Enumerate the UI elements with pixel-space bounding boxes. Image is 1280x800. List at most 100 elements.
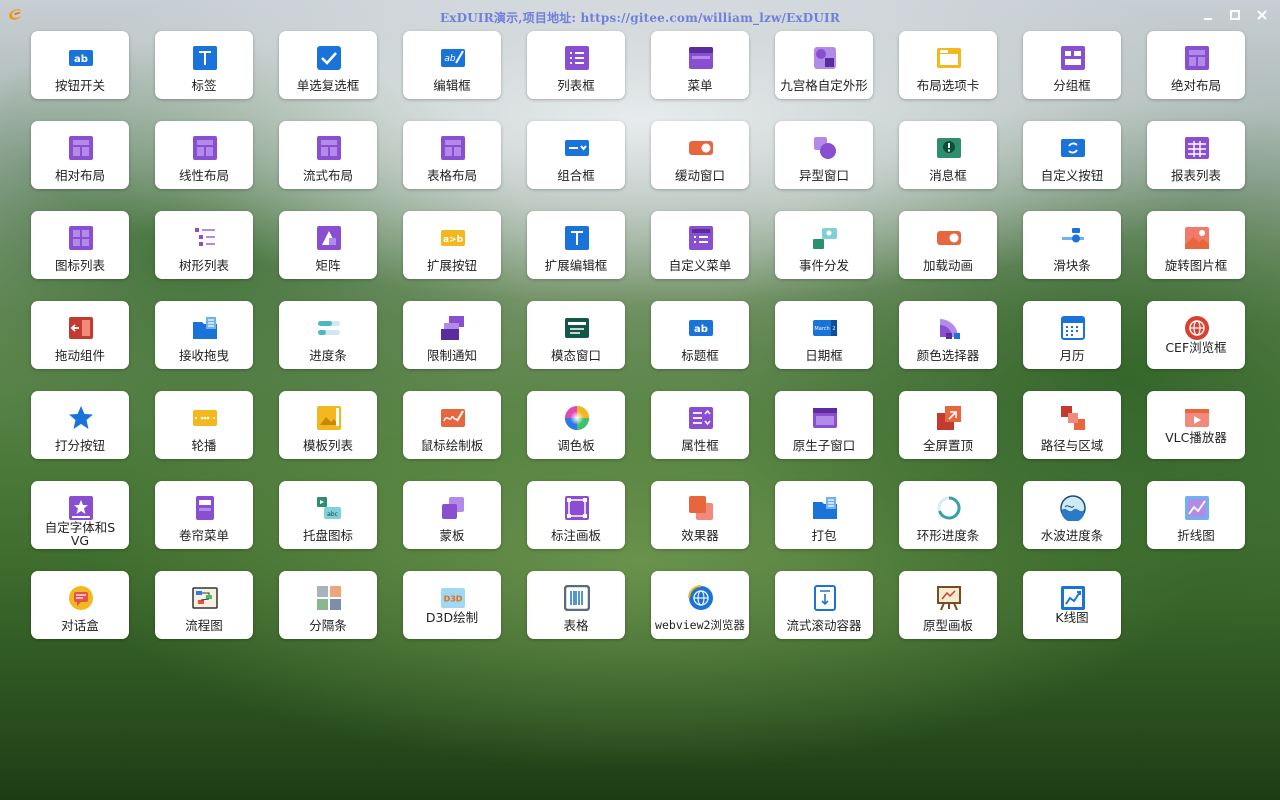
tile-label: 编辑框 (433, 78, 471, 93)
tile-label: 缓动窗口 (674, 168, 725, 183)
demo-tile-42[interactable]: 轮播 (155, 391, 253, 459)
demo-tile-22[interactable]: 树形列表 (155, 211, 253, 279)
demo-tile-24[interactable]: a>b 扩展按钮 (403, 211, 501, 279)
demo-tile-47[interactable]: 原生子窗口 (775, 391, 873, 459)
tile-label: 蒙板 (439, 528, 465, 543)
custom-menu-icon (689, 226, 713, 250)
layout-icon (1185, 46, 1209, 70)
demo-tile-56[interactable]: 效果器 (651, 481, 749, 549)
demo-tile-46[interactable]: 属性框 (651, 391, 749, 459)
demo-tile-62[interactable]: 流程图 (155, 571, 253, 639)
demo-tile-58[interactable]: 环形进度条 (899, 481, 997, 549)
demo-tile-10[interactable]: 绝对布局 (1147, 31, 1245, 99)
demo-tile-29[interactable]: 滑块条 (1023, 211, 1121, 279)
layout-icon (69, 136, 93, 160)
demo-tile-19[interactable]: 自定义按钮 (1023, 121, 1121, 189)
demo-tile-67[interactable]: 流式滚动容器 (775, 571, 873, 639)
calendar-icon (1061, 316, 1085, 340)
demo-tile-55[interactable]: 标注画板 (527, 481, 625, 549)
demo-tile-3[interactable]: 单选复选框 (279, 31, 377, 99)
signature-icon (441, 409, 465, 427)
demo-tile-6[interactable]: 菜单 (651, 31, 749, 99)
demo-tile-14[interactable]: 表格布局 (403, 121, 501, 189)
demo-tile-57[interactable]: 打包 (775, 481, 873, 549)
demo-tile-33[interactable]: 进度条 (279, 301, 377, 369)
demo-tile-50[interactable]: VLC播放器 (1147, 391, 1245, 459)
demo-tile-27[interactable]: 事件分发 (775, 211, 873, 279)
demo-tile-9[interactable]: 分组框 (1023, 31, 1121, 99)
demo-tile-17[interactable]: 异型窗口 (775, 121, 873, 189)
tile-label: 九宫格自定外形 (780, 78, 868, 93)
demo-tile-44[interactable]: 鼠标绘制板 (403, 391, 501, 459)
flowchart-icon (192, 587, 218, 609)
demo-tile-20[interactable]: 报表列表 (1147, 121, 1245, 189)
demo-tile-15[interactable]: 组合框 (527, 121, 625, 189)
demo-tile-23[interactable]: 矩阵 (279, 211, 377, 279)
demo-tile-25[interactable]: 扩展编辑框 (527, 211, 625, 279)
demo-tile-18[interactable]: 消息框 (899, 121, 997, 189)
tile-label: 列表框 (557, 78, 595, 93)
tile-label: 全屏置顶 (922, 438, 973, 453)
demo-tile-60[interactable]: 折线图 (1147, 481, 1245, 549)
demo-tile-37[interactable]: March 2 日期框 (775, 301, 873, 369)
tile-label: 自定义按钮 (1040, 168, 1104, 183)
demo-tile-4[interactable]: ab 编辑框 (403, 31, 501, 99)
rollup-icon (196, 496, 214, 520)
demo-tile-53[interactable]: abc 托盘图标 (279, 481, 377, 549)
demo-tile-8[interactable]: 布局选项卡 (899, 31, 997, 99)
tile-label: 自定义菜单 (668, 258, 732, 273)
demo-tile-45[interactable]: 调色板 (527, 391, 625, 459)
demo-tile-28[interactable]: 加载动画 (899, 211, 997, 279)
demo-tile-36[interactable]: ab 标题框 (651, 301, 749, 369)
path-icon (1061, 406, 1085, 430)
demo-tile-49[interactable]: 路径与区域 (1023, 391, 1121, 459)
demo-tile-68[interactable]: 原型画板 (899, 571, 997, 639)
demo-tile-41[interactable]: 打分按钮 (31, 391, 129, 459)
demo-tile-7[interactable]: 九宫格自定外形 (775, 31, 873, 99)
demo-tile-35[interactable]: 模态窗口 (527, 301, 625, 369)
layout-icon (441, 136, 465, 160)
demo-tile-5[interactable]: 列表框 (527, 31, 625, 99)
demo-tile-63[interactable]: 分隔条 (279, 571, 377, 639)
demo-tile-32[interactable]: 接收拖曳 (155, 301, 253, 369)
tile-label: 打分按钮 (54, 438, 105, 453)
svg-text:a>b: a>b (443, 235, 464, 245)
tile-label: 单选复选框 (296, 78, 360, 93)
tile-label: 按钮开关 (54, 78, 105, 93)
demo-tile-16[interactable]: 缓动窗口 (651, 121, 749, 189)
demo-tile-51[interactable]: 自定字体和SVG (31, 481, 129, 549)
demo-tile-52[interactable]: 卷帘菜单 (155, 481, 253, 549)
grid-icon (69, 226, 93, 250)
splitter-icon (317, 586, 341, 610)
demo-tile-43[interactable]: 模板列表 (279, 391, 377, 459)
demo-tile-12[interactable]: 线性布局 (155, 121, 253, 189)
demo-tile-1[interactable]: ab 按钮开关 (31, 31, 129, 99)
demo-tile-13[interactable]: 流式布局 (279, 121, 377, 189)
demo-tile-64[interactable]: D3D D3D绘制 (403, 571, 501, 639)
demo-tile-31[interactable]: 拖动组件 (31, 301, 129, 369)
demo-tile-40[interactable]: CEF浏览框 (1147, 301, 1245, 369)
demo-tile-39[interactable]: 月历 (1023, 301, 1121, 369)
star-icon (69, 406, 93, 429)
demo-tile-59[interactable]: 水波进度条 (1023, 481, 1121, 549)
svg-text:D3D: D3D (444, 595, 463, 604)
demo-tile-34[interactable]: 限制通知 (403, 301, 501, 369)
demo-tile-54[interactable]: 蒙板 (403, 481, 501, 549)
tile-label: 旋转图片框 (1164, 258, 1228, 273)
demo-tile-30[interactable]: 旋转图片框 (1147, 211, 1245, 279)
tile-label: D3D绘制 (425, 610, 479, 625)
demo-tile-38[interactable]: 颜色选择器 (899, 301, 997, 369)
toggle-orange-icon (689, 141, 713, 155)
demo-tile-65[interactable]: 表格 (527, 571, 625, 639)
demo-tile-11[interactable]: 相对布局 (31, 121, 129, 189)
tile-label: 自定字体和SVG (44, 520, 116, 548)
color-wheel-icon (565, 406, 589, 430)
demo-tile-69[interactable]: K线图 (1023, 571, 1121, 639)
demo-tile-61[interactable]: 对话盒 (31, 571, 129, 639)
demo-tile-21[interactable]: 图标列表 (31, 211, 129, 279)
demo-tile-2[interactable]: 标签 (155, 31, 253, 99)
demo-tile-48[interactable]: 全屏置顶 (899, 391, 997, 459)
line-chart-icon (1185, 496, 1209, 520)
demo-tile-66[interactable]: webview2浏览器 (651, 571, 749, 639)
demo-tile-26[interactable]: 自定义菜单 (651, 211, 749, 279)
